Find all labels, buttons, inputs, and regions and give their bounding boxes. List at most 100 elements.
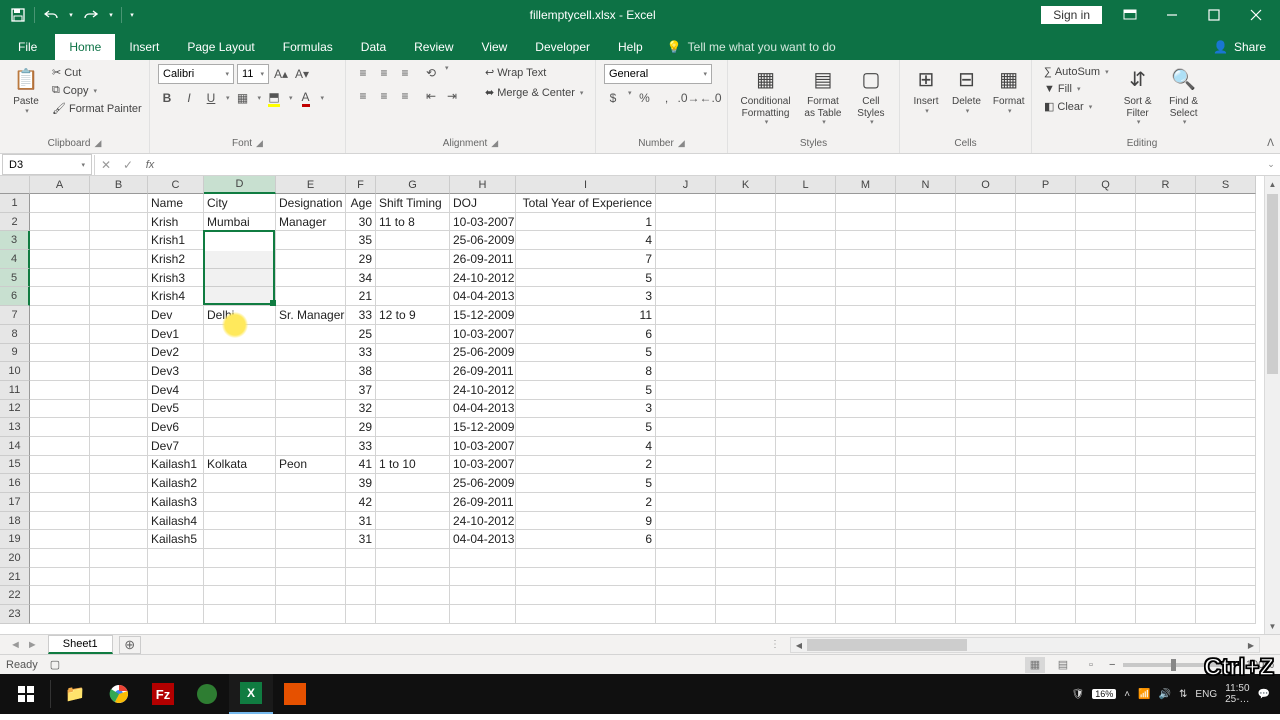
cell[interactable] <box>516 586 656 605</box>
taskbar-explorer-icon[interactable]: 📁 <box>53 674 97 714</box>
cell[interactable] <box>276 400 346 419</box>
cell[interactable] <box>516 605 656 624</box>
cell[interactable] <box>896 287 956 306</box>
cell[interactable] <box>204 400 276 419</box>
cell[interactable] <box>1136 306 1196 325</box>
cell[interactable]: 15-12-2009 <box>450 418 516 437</box>
cell[interactable] <box>1076 456 1136 475</box>
new-sheet-button[interactable]: ⊕ <box>119 636 141 654</box>
cell[interactable] <box>1196 493 1256 512</box>
col-header-E[interactable]: E <box>276 176 346 194</box>
cell[interactable] <box>276 549 346 568</box>
start-button[interactable] <box>4 674 48 714</box>
cell[interactable] <box>896 325 956 344</box>
cell[interactable] <box>1016 568 1076 587</box>
cut-button[interactable]: ✂Cut <box>48 64 146 81</box>
cell[interactable] <box>956 456 1016 475</box>
cell[interactable] <box>1076 400 1136 419</box>
cell[interactable]: Mumbai <box>204 213 276 232</box>
cell[interactable] <box>716 474 776 493</box>
cell[interactable]: Dev6 <box>148 418 204 437</box>
cell[interactable] <box>956 530 1016 549</box>
cell[interactable] <box>716 456 776 475</box>
cell[interactable] <box>30 381 90 400</box>
cell-styles-button[interactable]: ▢Cell Styles▾ <box>851 64 891 129</box>
cell[interactable]: Dev2 <box>148 344 204 363</box>
underline-dropdown[interactable]: ▾ <box>226 94 230 102</box>
cell[interactable] <box>956 250 1016 269</box>
cell[interactable]: 29 <box>346 418 376 437</box>
cell[interactable] <box>896 362 956 381</box>
cell[interactable] <box>656 456 716 475</box>
cell[interactable] <box>716 287 776 306</box>
cell[interactable] <box>776 344 836 363</box>
row-header-23[interactable]: 23 <box>0 605 30 624</box>
cell[interactable] <box>776 418 836 437</box>
cell[interactable] <box>1076 287 1136 306</box>
cell[interactable] <box>30 530 90 549</box>
cell[interactable] <box>956 493 1016 512</box>
cell[interactable] <box>716 568 776 587</box>
cell[interactable] <box>204 418 276 437</box>
cell[interactable] <box>1016 344 1076 363</box>
cell[interactable] <box>1196 344 1256 363</box>
cell[interactable] <box>716 530 776 549</box>
redo-icon[interactable] <box>79 3 103 27</box>
comma-format-icon[interactable]: , <box>658 89 676 107</box>
cell[interactable] <box>1076 194 1136 213</box>
cell[interactable]: 25-06-2009 <box>450 231 516 250</box>
cell[interactable] <box>956 362 1016 381</box>
cell[interactable] <box>1076 437 1136 456</box>
cell[interactable] <box>30 362 90 381</box>
cell[interactable] <box>1016 213 1076 232</box>
taskbar-app2-icon[interactable] <box>273 674 317 714</box>
cell[interactable] <box>1016 493 1076 512</box>
col-header-R[interactable]: R <box>1136 176 1196 194</box>
cell[interactable]: Dev4 <box>148 381 204 400</box>
cell[interactable] <box>450 568 516 587</box>
cell[interactable] <box>1136 605 1196 624</box>
cell[interactable] <box>1136 530 1196 549</box>
cell[interactable] <box>896 250 956 269</box>
cell[interactable] <box>1076 381 1136 400</box>
cell[interactable] <box>148 605 204 624</box>
cell[interactable] <box>896 586 956 605</box>
fill-button[interactable]: ▼Fill▾ <box>1040 81 1113 97</box>
cell[interactable] <box>1136 381 1196 400</box>
increase-font-icon[interactable]: A▴ <box>272 65 290 83</box>
cell[interactable] <box>90 306 148 325</box>
select-all-corner[interactable] <box>0 176 30 194</box>
col-header-G[interactable]: G <box>376 176 450 194</box>
cell[interactable] <box>376 287 450 306</box>
cell[interactable] <box>776 493 836 512</box>
cell[interactable] <box>956 437 1016 456</box>
cell[interactable] <box>1136 418 1196 437</box>
row-header-18[interactable]: 18 <box>0 512 30 531</box>
cell[interactable] <box>836 250 896 269</box>
cell[interactable] <box>1076 325 1136 344</box>
cell[interactable] <box>90 437 148 456</box>
tab-insert[interactable]: Insert <box>115 34 173 60</box>
cell[interactable] <box>1076 344 1136 363</box>
cell[interactable] <box>276 269 346 288</box>
expand-formula-bar-icon[interactable]: ⌄ <box>1262 159 1280 170</box>
cell[interactable] <box>1136 586 1196 605</box>
cell[interactable]: 10-03-2007 <box>450 325 516 344</box>
cell[interactable] <box>656 194 716 213</box>
cell[interactable] <box>90 418 148 437</box>
cell[interactable]: 10-03-2007 <box>450 456 516 475</box>
autosum-button[interactable]: ∑AutoSum▾ <box>1040 64 1113 80</box>
cell[interactable] <box>1136 325 1196 344</box>
clipboard-launcher-icon[interactable]: ◢ <box>94 138 101 149</box>
qat-customize-icon[interactable]: ▾ <box>126 3 138 27</box>
cell[interactable] <box>776 231 836 250</box>
cell[interactable]: 31 <box>346 512 376 531</box>
cell[interactable] <box>1076 231 1136 250</box>
cell[interactable] <box>30 231 90 250</box>
cell[interactable] <box>776 400 836 419</box>
cell[interactable] <box>776 586 836 605</box>
cell[interactable] <box>90 325 148 344</box>
cell[interactable] <box>1076 586 1136 605</box>
cell[interactable] <box>896 437 956 456</box>
cell[interactable]: DOJ <box>450 194 516 213</box>
